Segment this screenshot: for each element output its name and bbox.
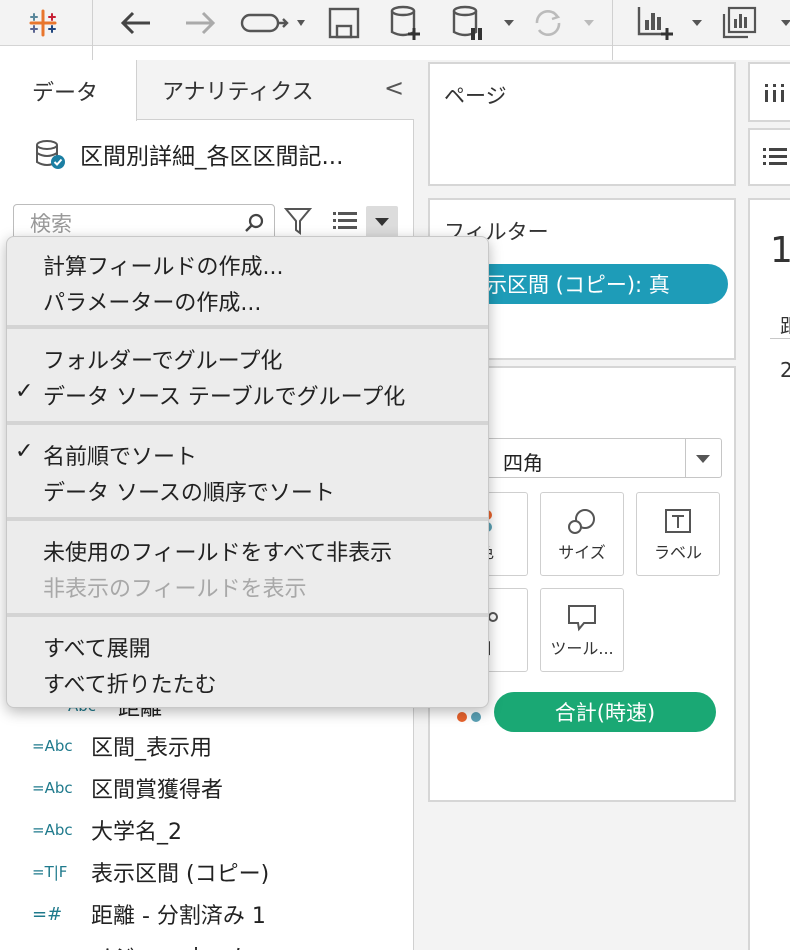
datasource-row[interactable]: 区間別詳細_各区区間記... <box>34 134 343 174</box>
menu-divider <box>7 613 488 617</box>
menu-item-create-parameter[interactable]: パラメーターの作成... <box>43 285 261 317</box>
undo-arrow-icon[interactable] <box>116 4 156 42</box>
duplicate-sheet-icon[interactable] <box>718 4 762 42</box>
calc-string-icon: =Abc <box>32 821 73 839</box>
menu-item-expand-all[interactable]: すべて展開 <box>43 631 151 663</box>
size-button[interactable]: サイズ <box>540 492 624 576</box>
check-icon: ✓ <box>15 379 34 404</box>
menu-item-sort-by-datasource-order[interactable]: データ ソースの順序でソート <box>43 475 335 507</box>
tab-analytics[interactable]: アナリティクス <box>162 60 314 120</box>
value-fragment: 2 <box>780 358 790 382</box>
search-placeholder: 検索 <box>30 212 72 236</box>
size-label: サイズ <box>558 543 606 562</box>
view-canvas[interactable]: 1 距 2 <box>748 198 790 950</box>
tooltip-button[interactable]: ツール... <box>540 588 624 672</box>
replay-animation-icon[interactable] <box>238 4 312 42</box>
datasource-icon <box>36 140 65 169</box>
data-pane-menu: 計算フィールドの作成... パラメーターの作成... フォルダーでグループ化 ✓… <box>6 236 489 708</box>
save-icon[interactable] <box>324 4 364 42</box>
view-list-icon[interactable] <box>332 210 358 232</box>
label-caption: ラベル <box>653 543 702 562</box>
columns-shelf[interactable] <box>748 62 790 122</box>
chevron-down-icon <box>375 218 389 226</box>
pane-menu-button[interactable] <box>366 206 398 238</box>
chevron-down-icon[interactable] <box>580 4 598 42</box>
color-encoding-icon <box>457 712 481 722</box>
menu-item-collapse-all[interactable]: すべて折りたたむ <box>43 667 217 699</box>
chevron-down-icon[interactable] <box>688 4 706 42</box>
columns-icon <box>765 84 784 102</box>
calc-boolean-icon: =T|F <box>32 863 68 881</box>
refresh-icon[interactable] <box>528 4 568 42</box>
pages-title: ページ <box>444 84 507 108</box>
calc-number-icon: =# <box>32 903 63 925</box>
measure-pill[interactable]: 合計(時速) <box>494 692 716 732</box>
menu-item-hide-all-unused[interactable]: 未使用のフィールドをすべて非表示 <box>43 535 392 567</box>
menu-item-show-hidden-fields: 非表示のフィールドを表示 <box>43 577 307 602</box>
menu-item-sort-by-name[interactable]: 名前順でソート <box>43 439 197 471</box>
check-icon: ✓ <box>15 439 34 464</box>
tableau-logo-icon[interactable] <box>20 4 66 42</box>
calc-string-icon: =Abc <box>32 737 73 755</box>
header-fragment: 距 <box>780 310 790 339</box>
filter-pill[interactable]: 示区間 (コピー): 真 <box>470 264 728 304</box>
chevron-down-icon <box>696 455 710 463</box>
field-label: 距離 - 分割済み 1 <box>91 904 266 929</box>
menu-item-group-by-folder[interactable]: フォルダーでグループ化 <box>43 343 282 375</box>
tab-data[interactable]: データ <box>0 60 137 121</box>
mark-type-value: 四角 <box>503 451 543 475</box>
collapse-pane-icon[interactable]: < <box>384 74 404 102</box>
field-label: 大学名_2 <box>91 820 182 845</box>
menu-item-create-calculated-field[interactable]: 計算フィールドの作成... <box>43 249 284 281</box>
tooltip-bubble-icon <box>541 603 623 633</box>
new-worksheet-icon[interactable] <box>634 4 678 42</box>
calc-string-icon: =Abc <box>32 779 73 797</box>
field-label: 区間賞獲得者 <box>91 778 224 803</box>
search-icon[interactable] <box>242 211 266 235</box>
view-title-fragment: 1 <box>770 230 790 271</box>
mark-type-select[interactable]: 四角 <box>470 438 722 478</box>
chevron-down-icon[interactable] <box>776 4 790 42</box>
menu-item-group-by-datasource-table[interactable]: データ ソース テーブルでグループ化 <box>43 379 405 411</box>
pages-shelf[interactable]: ページ <box>428 62 736 186</box>
label-button[interactable]: ラベル <box>636 492 720 576</box>
field-label: メジャー ネーム <box>91 940 250 950</box>
rows-shelf[interactable] <box>748 128 790 186</box>
text-label-icon <box>637 507 719 537</box>
redo-arrow-icon[interactable] <box>180 4 220 42</box>
toolbar <box>0 0 790 60</box>
rows-icon <box>763 148 787 165</box>
datasource-name: 区間別詳細_各区区間記... <box>80 144 344 170</box>
new-datasource-icon[interactable] <box>386 4 426 42</box>
field-label: 区間_表示用 <box>91 736 213 761</box>
menu-divider <box>7 421 488 425</box>
pane-tabs: データ アナリティクス < <box>0 60 414 121</box>
pause-update-icon[interactable] <box>448 4 488 42</box>
tooltip-label: ツール... <box>550 639 614 658</box>
chevron-down-icon[interactable] <box>500 4 518 42</box>
filter-funnel-icon[interactable] <box>284 206 312 236</box>
size-circles-icon <box>541 507 623 537</box>
field-label: 表示区間 (コピー) <box>91 862 270 887</box>
menu-divider <box>7 517 488 521</box>
menu-divider <box>7 325 488 329</box>
